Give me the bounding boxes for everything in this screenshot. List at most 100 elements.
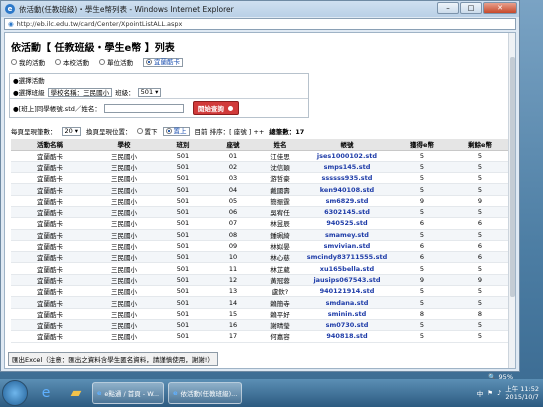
folder-pinned-icon[interactable]: ▰: [64, 382, 88, 404]
col-seat[interactable]: 座號: [207, 139, 259, 151]
cell-class: 501: [159, 262, 207, 275]
taskbar-task-list[interactable]: e 依活動(任教班級)...: [168, 382, 243, 404]
col-remaining[interactable]: 剩餘e幣: [451, 139, 509, 151]
cell-seat: 09: [207, 240, 259, 253]
cell-account[interactable]: smcindy83711555.std: [301, 251, 393, 264]
mode-option-school[interactable]: 本校活動: [55, 57, 89, 67]
cell-school: 三民國小: [89, 217, 159, 230]
cell-activity: 宜蘭酷卡: [11, 217, 89, 230]
cell-school: 三民國小: [89, 195, 159, 207]
cell-account[interactable]: sm6829.std: [301, 195, 393, 207]
mode-radio-group: 我的活動 本校活動 單位活動 宜蘭酷卡: [11, 57, 515, 67]
cell-account[interactable]: 940818.std: [301, 330, 393, 343]
cell-seat: 07: [207, 217, 259, 230]
table-row: 宜蘭酷卡 三民國小 501 03 游哲豪 ssssss935.std 5 5: [11, 172, 509, 185]
cell-account[interactable]: ssssss935.std: [301, 172, 393, 185]
flag-icon[interactable]: ⚑: [487, 389, 493, 397]
start-button[interactable]: [2, 380, 28, 406]
ime-indicator[interactable]: 中: [477, 388, 484, 398]
cell-remaining: 5: [451, 206, 509, 219]
cell-school: 三民國小: [89, 229, 159, 241]
cell-activity: 宜蘭酷卡: [11, 229, 89, 241]
cell-account[interactable]: smdana.std: [301, 296, 393, 309]
address-bar[interactable]: ◉ http://eb.ilc.edu.tw/card/Center/Xpoin…: [4, 18, 516, 30]
cell-seat: 11: [207, 262, 259, 275]
ie-pinned-icon[interactable]: e: [34, 382, 58, 404]
col-school[interactable]: 學校: [89, 139, 159, 151]
position-top-option[interactable]: 置上: [162, 126, 190, 136]
table-body: 宜蘭酷卡 三民國小 501 01 江佳思 jses1000102.std 5 5 宜蘭酷卡 三民國…: [11, 150, 509, 343]
col-activity[interactable]: 活動名稱: [11, 139, 89, 151]
cell-account[interactable]: ken940108.std: [301, 183, 393, 196]
mode-option-unit[interactable]: 單位活動: [99, 57, 133, 67]
cell-activity: 宜蘭酷卡: [11, 172, 89, 185]
cell-earned: 8: [393, 308, 451, 320]
query-input[interactable]: [103, 103, 184, 113]
close-button[interactable]: ✕: [483, 2, 517, 14]
cell-earned: 6: [393, 217, 451, 230]
cell-remaining: 5: [451, 285, 509, 298]
mode-option-yilan[interactable]: 宜蘭酷卡: [143, 57, 183, 67]
class-select[interactable]: 501 ▾: [137, 87, 162, 97]
cell-account[interactable]: 940121914.std: [301, 285, 393, 298]
cell-seat: 04: [207, 183, 259, 196]
cell-class: 501: [159, 195, 207, 207]
col-name[interactable]: 姓名: [259, 139, 301, 151]
cell-name: 戴國壽: [259, 183, 301, 196]
cell-account[interactable]: smvivian.std: [301, 240, 393, 253]
mode-option-my[interactable]: 我的活動: [11, 57, 45, 67]
clock[interactable]: 上午 11:52 2015/10/7: [505, 385, 539, 401]
cell-school: 三民國小: [89, 330, 159, 343]
cell-school: 三民國小: [89, 308, 159, 320]
cell-account[interactable]: jses1000102.std: [301, 150, 393, 162]
cell-remaining: 5: [451, 150, 509, 162]
title-bar: e 依活動(任教班級)・學生e幣列表 - Windows Internet Ex…: [1, 1, 519, 17]
scrollbar-thumb[interactable]: [510, 57, 515, 297]
taskbar-task-home[interactable]: e e點通 / 首頁 - W...: [92, 382, 165, 404]
cell-earned: 5: [393, 296, 451, 309]
volume-icon[interactable]: ♪: [497, 389, 501, 397]
cell-account[interactable]: 940525.std: [301, 217, 393, 230]
search-button[interactable]: 開始查詢: [192, 101, 239, 115]
cell-name: 游哲豪: [259, 172, 301, 185]
cell-account[interactable]: smps145.std: [301, 161, 393, 174]
radio-selected-icon: [165, 128, 172, 134]
cell-account[interactable]: smamey.std: [301, 229, 393, 241]
cell-class: 501: [159, 296, 207, 309]
cell-school: 三民國小: [89, 206, 159, 219]
col-class[interactable]: 班別: [159, 139, 207, 151]
cell-class: 501: [159, 240, 207, 253]
cell-earned: 5: [393, 206, 451, 219]
cell-account[interactable]: 6302145.std: [301, 206, 393, 219]
radio-icon: [11, 59, 17, 65]
col-earned[interactable]: 獲得e幣: [393, 139, 451, 151]
address-text: http://eb.ilc.edu.tw/card/Center/XpointL…: [16, 20, 183, 28]
export-excel-button[interactable]: 匯出Excel（注意：匯出之資料含學生匿名資料，請謹慎使用，謝謝!）: [8, 352, 218, 366]
cell-remaining: 5: [451, 330, 509, 343]
per-page-select[interactable]: 20 ▾: [61, 126, 82, 136]
cell-account[interactable]: xu165bella.std: [301, 262, 393, 275]
window-title: 依活動(任教班級)・學生e幣列表 - Windows Internet Expl…: [19, 4, 234, 14]
school-field[interactable]: 學校名稱：三民國小: [47, 87, 113, 97]
cell-earned: 6: [393, 240, 451, 253]
cell-earned: 5: [393, 229, 451, 241]
page-title: 依活動【 任教班級・學生e幣 】列表: [11, 43, 175, 54]
col-account[interactable]: 帳號: [301, 139, 393, 151]
cell-account[interactable]: jausips067543.std: [301, 274, 393, 287]
cell-activity: 宜蘭酷卡: [11, 206, 89, 219]
cell-account[interactable]: sminin.std: [301, 308, 393, 320]
minimize-button[interactable]: –: [437, 2, 459, 14]
cell-remaining: 9: [451, 195, 509, 207]
maximize-button[interactable]: □: [460, 2, 482, 14]
cell-seat: 15: [207, 308, 259, 320]
cell-seat: 06: [207, 206, 259, 219]
vertical-scrollbar[interactable]: [508, 33, 515, 368]
cell-remaining: 5: [451, 229, 509, 241]
cell-remaining: 5: [451, 172, 509, 185]
position-bottom-option[interactable]: 置下: [136, 126, 158, 136]
cell-earned: 5: [393, 161, 451, 174]
table-row: 宜蘭酷卡 三民國小 501 12 黃冠蓉 jausips067543.std 9 9: [11, 274, 509, 287]
cell-name: 沈信穎: [259, 161, 301, 174]
table-row: 宜蘭酷卡 三民國小 501 02 沈信穎 smps145.std 5 5: [11, 161, 509, 174]
cell-account[interactable]: sm0730.std: [301, 319, 393, 332]
